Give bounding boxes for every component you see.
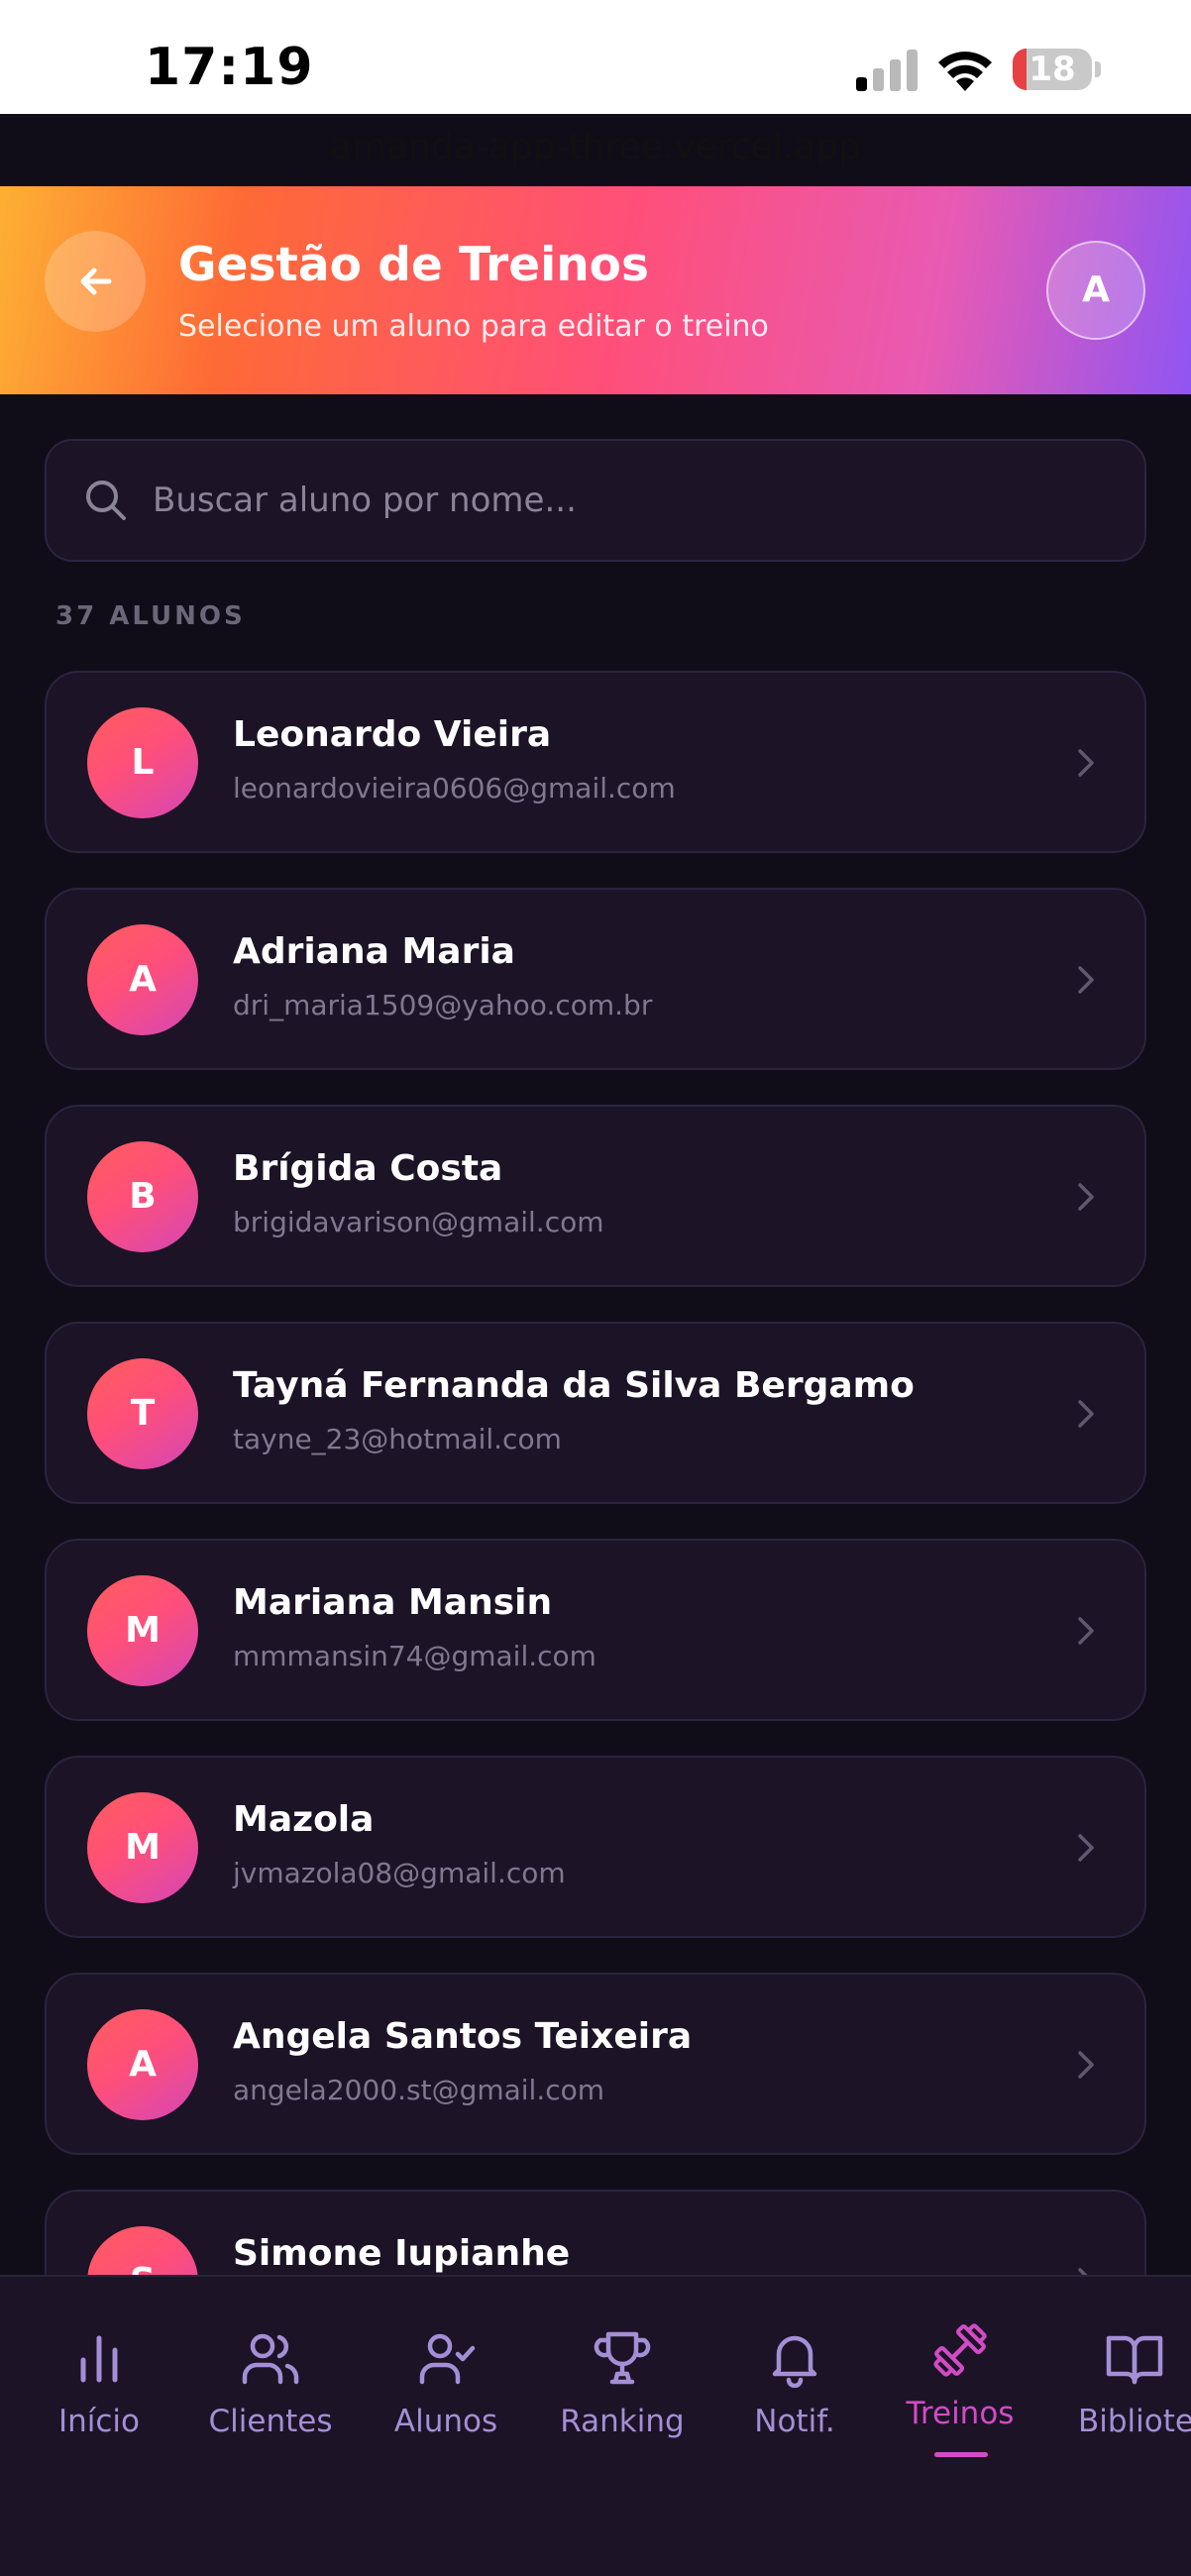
nav-label: Início: [57, 2404, 141, 2439]
student-avatar: A: [87, 924, 198, 1035]
student-avatar: L: [87, 707, 198, 818]
student-name: Mazola: [233, 1799, 375, 1840]
student-avatar: A: [87, 2009, 198, 2120]
chevron-right-icon: [1078, 2051, 1094, 2079]
nav-item-inicio[interactable]: Início: [10, 2328, 188, 2467]
nav-item-alunos[interactable]: Alunos: [357, 2328, 535, 2467]
search-box[interactable]: [45, 439, 1146, 562]
student-card[interactable]: M Mazola jvmazola08@gmail.com: [45, 1756, 1146, 1938]
nav-label: Ranking: [560, 2404, 685, 2439]
bar-chart-icon: [80, 2335, 118, 2383]
chevron-right-icon: [1078, 749, 1094, 777]
chevron-right-icon: [1078, 1400, 1094, 1428]
student-name: Leonardo Vieira: [233, 714, 552, 755]
users-icon: [242, 2333, 299, 2385]
dumbbell-icon: [933, 2323, 987, 2377]
student-name: Angela Santos Teixeira: [233, 2016, 693, 2057]
trophy-icon: [594, 2331, 651, 2385]
nav-label: Clientes: [208, 2404, 333, 2439]
nav-label: Notif.: [754, 2404, 835, 2439]
chevron-right-icon: [1078, 966, 1094, 994]
student-email: brigidavarison@gmail.com: [233, 1206, 604, 1238]
back-button[interactable]: [45, 231, 146, 332]
nav-item-ranking[interactable]: Ranking: [533, 2328, 711, 2467]
student-email: mmmansin74@gmail.com: [233, 1640, 596, 1672]
chevron-right-icon: [1078, 1617, 1094, 1645]
url-bar[interactable]: amanda-app-three.vercel.app: [0, 127, 1191, 167]
student-email: jvmazola08@gmail.com: [233, 1857, 566, 1889]
battery-icon: 18: [1013, 49, 1102, 90]
student-count: 37 ALUNOS: [55, 601, 246, 631]
student-name: Mariana Mansin: [233, 1582, 553, 1623]
student-avatar: B: [87, 1141, 198, 1252]
chevron-right-icon: [1078, 1834, 1094, 1862]
nav-label: Treinos: [906, 2396, 1015, 2431]
student-card[interactable]: M Mariana Mansin mmmansin74@gmail.com: [45, 1539, 1146, 1721]
student-name: Simone Iupianhe: [233, 2233, 571, 2274]
status-time: 17:19: [145, 38, 314, 97]
nav-item-notif[interactable]: Notif.: [705, 2328, 884, 2467]
page-title: Gestão de Treinos: [178, 238, 649, 292]
student-email: dri_maria1509@yahoo.com.br: [233, 989, 653, 1021]
nav-label: Biblioteca: [1078, 2404, 1191, 2439]
search-icon: [86, 481, 126, 520]
student-avatar: M: [87, 1792, 198, 1903]
bottom-nav: Início Clientes Alunos Ranking Notif. Tr…: [0, 2275, 1191, 2576]
app-header: Gestão de Treinos Selecione um aluno par…: [0, 186, 1191, 394]
user-check-icon: [419, 2333, 476, 2385]
user-avatar[interactable]: A: [1046, 241, 1145, 340]
student-card[interactable]: T Tayná Fernanda da Silva Bergamo tayne_…: [45, 1322, 1146, 1504]
student-email: angela2000.st@gmail.com: [233, 2074, 605, 2106]
student-email: leonardovieira0606@gmail.com: [233, 772, 676, 805]
student-card[interactable]: A Angela Santos Teixeira angela2000.st@g…: [45, 1973, 1146, 2155]
bell-icon: [772, 2335, 817, 2388]
student-card[interactable]: L Leonardo Vieira leonardovieira0606@gma…: [45, 671, 1146, 853]
arrow-left-icon: [80, 268, 112, 295]
nav-item-clientes[interactable]: Clientes: [181, 2328, 360, 2467]
student-name: Tayná Fernanda da Silva Bergamo: [233, 1365, 915, 1406]
student-name: Adriana Maria: [233, 931, 515, 972]
page-subtitle: Selecione um aluno para editar o treino: [178, 309, 769, 344]
book-icon: [1106, 2335, 1163, 2385]
student-avatar: T: [87, 1358, 198, 1469]
status-bar: 17:19 18 amanda-app-three.vercel.app: [0, 0, 1191, 167]
nav-label: Alunos: [393, 2404, 498, 2439]
student-email: tayne_23@hotmail.com: [233, 1423, 562, 1455]
student-card[interactable]: A Adriana Maria dri_maria1509@yahoo.com.…: [45, 888, 1146, 1070]
student-name: Brígida Costa: [233, 1148, 503, 1189]
nav-item-treinos[interactable]: Treinos: [871, 2323, 1049, 2467]
student-avatar: M: [87, 1575, 198, 1686]
wifi-icon: [938, 52, 992, 91]
nav-item-biblioteca[interactable]: Biblioteca: [1045, 2328, 1191, 2467]
student-card[interactable]: B Brígida Costa brigidavarison@gmail.com: [45, 1105, 1146, 1287]
cellular-signal-icon: [856, 50, 918, 91]
search-input[interactable]: [153, 461, 1104, 540]
chevron-right-icon: [1078, 1183, 1094, 1211]
battery-level: 18: [1029, 50, 1076, 89]
screen: 17:19 18 amanda-app-three.vercel.app Ges…: [0, 0, 1191, 2576]
active-tab-indicator: [934, 2452, 988, 2457]
